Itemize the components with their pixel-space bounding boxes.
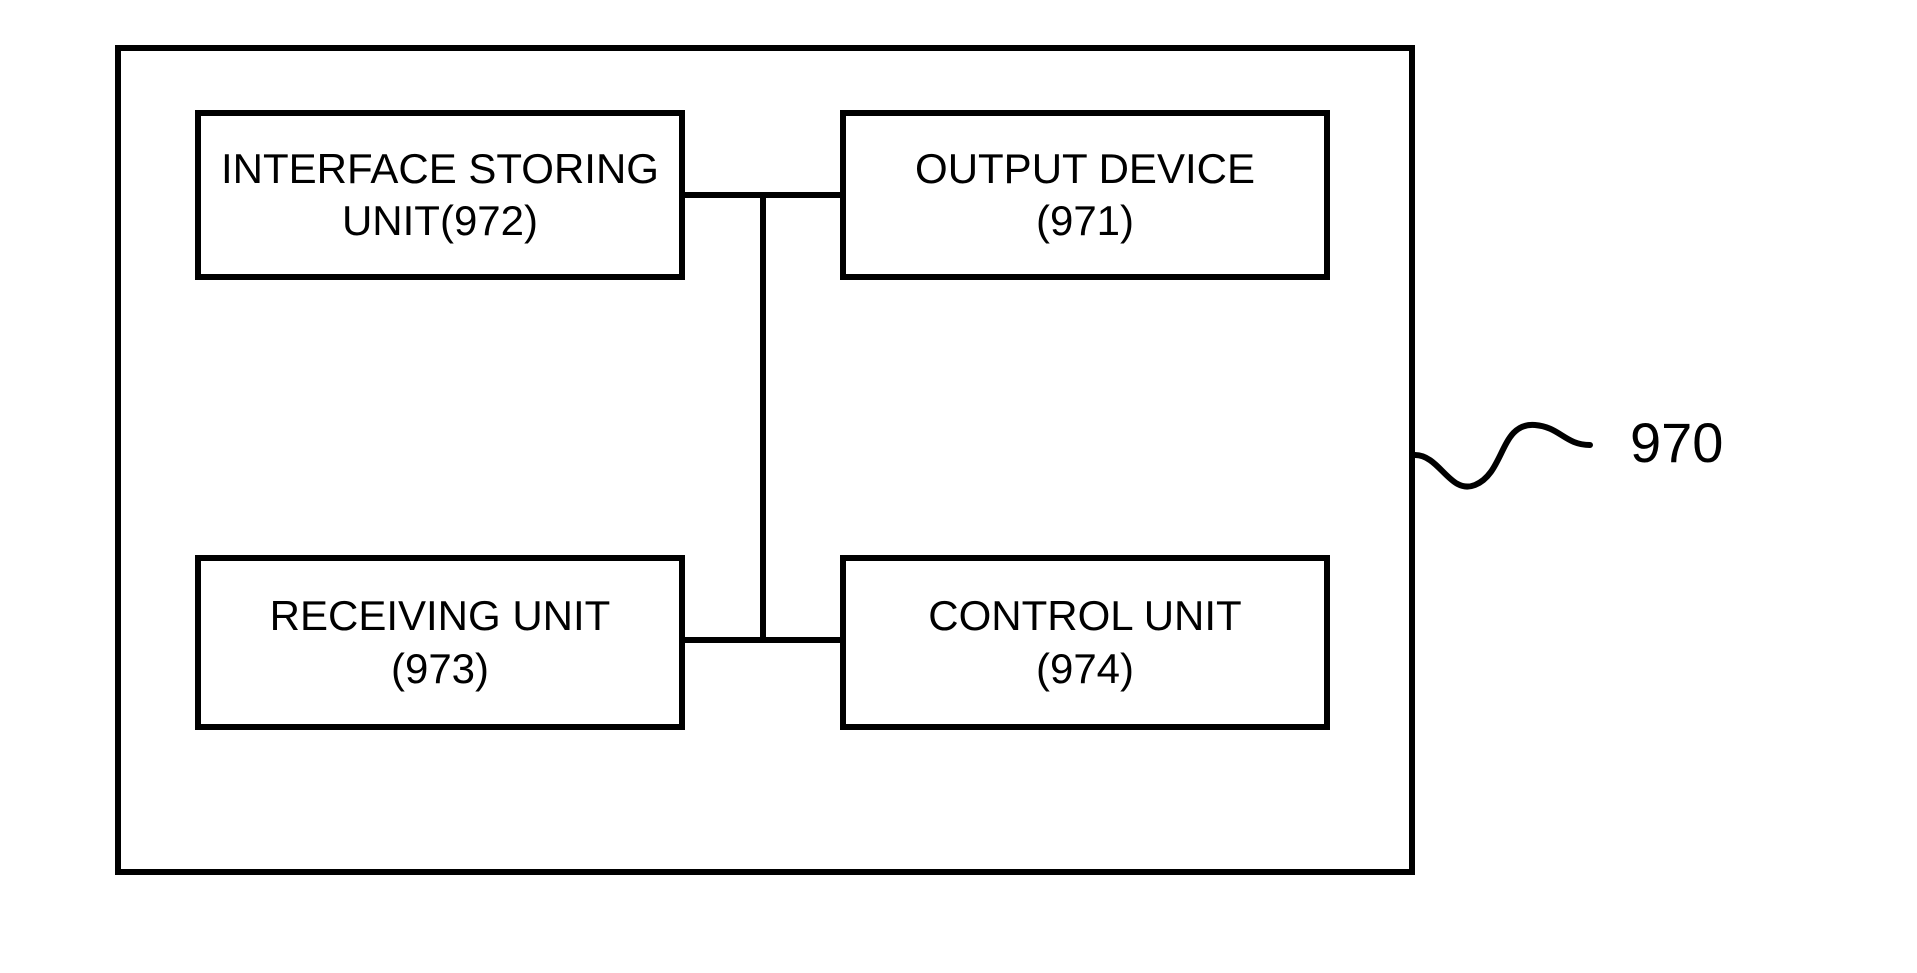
block-label-line1: OUTPUT DEVICE	[915, 143, 1255, 196]
reference-lead-line	[1415, 400, 1615, 520]
block-label-line1: INTERFACE STORING	[221, 143, 659, 196]
block-label-line1: CONTROL UNIT	[928, 590, 1241, 643]
block-control-unit: CONTROL UNIT (974)	[840, 555, 1330, 730]
block-label-line1: RECEIVING UNIT	[270, 590, 611, 643]
diagram-canvas: INTERFACE STORING UNIT(972) OUTPUT DEVIC…	[0, 0, 1917, 973]
block-output-device: OUTPUT DEVICE (971)	[840, 110, 1330, 280]
block-label-line2: (973)	[391, 643, 489, 696]
block-label-line2: (974)	[1036, 643, 1134, 696]
block-receiving-unit: RECEIVING UNIT (973)	[195, 555, 685, 730]
block-label-line2: (971)	[1036, 195, 1134, 248]
block-label-line2: UNIT(972)	[342, 195, 538, 248]
block-interface-storing-unit: INTERFACE STORING UNIT(972)	[195, 110, 685, 280]
connector-vertical-trunk	[760, 192, 766, 643]
reference-number: 970	[1630, 410, 1723, 475]
